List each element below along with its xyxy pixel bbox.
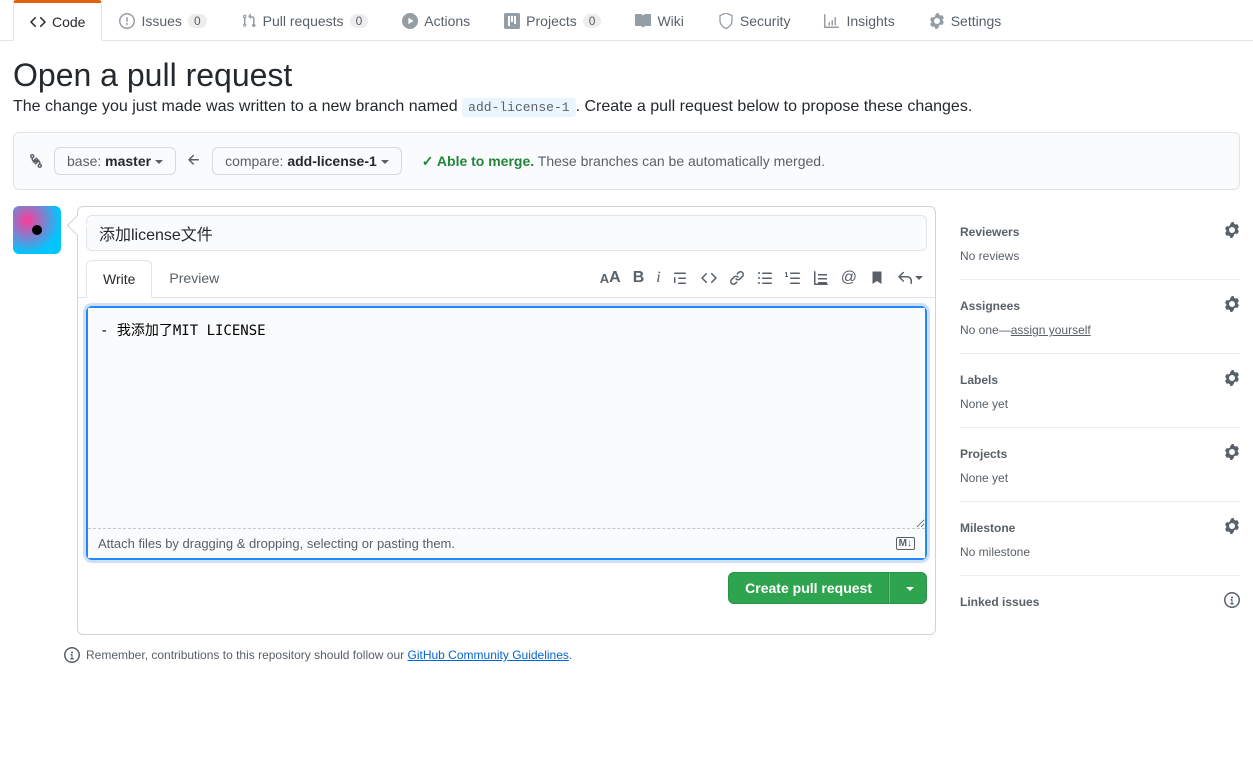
reviewers-section: Reviewers No reviews	[960, 206, 1240, 280]
italic-button[interactable]: i	[656, 269, 660, 287]
tab-code-label: Code	[52, 14, 85, 30]
reviewers-title: Reviewers	[960, 225, 1019, 239]
assign-yourself-link[interactable]: assign yourself	[1011, 323, 1091, 337]
new-branch-name: add-license-1	[462, 98, 575, 117]
page-title: Open a pull request	[13, 57, 1240, 94]
arrow-left-icon	[186, 152, 202, 171]
tasklist-button[interactable]	[813, 269, 829, 287]
write-tab[interactable]: Write	[86, 260, 152, 298]
tab-actions-label: Actions	[424, 13, 470, 29]
md-toolbar: AA B i @	[600, 269, 927, 287]
milestone-gear[interactable]	[1224, 518, 1240, 537]
milestone-title: Milestone	[960, 521, 1015, 535]
projects-count: 0	[583, 14, 602, 28]
book-icon	[635, 13, 651, 29]
tab-security[interactable]: Security	[701, 0, 808, 40]
pr-icon	[241, 13, 257, 29]
tab-insights[interactable]: Insights	[807, 0, 911, 40]
code-icon	[30, 14, 46, 30]
play-icon	[402, 13, 418, 29]
contribution-hint: Remember, contributions to this reposito…	[64, 647, 1253, 663]
labels-gear[interactable]	[1224, 370, 1240, 389]
tab-code[interactable]: Code	[13, 0, 102, 41]
user-avatar[interactable]	[13, 206, 61, 254]
compare-icon	[28, 153, 44, 169]
caret-icon	[155, 160, 163, 164]
milestone-section: Milestone No milestone	[960, 502, 1240, 576]
tab-insights-label: Insights	[846, 13, 894, 29]
assignees-title: Assignees	[960, 299, 1020, 313]
merge-status: ✓ Able to merge. These branches can be a…	[422, 153, 825, 170]
pulls-count: 0	[350, 14, 369, 28]
project-icon	[504, 13, 520, 29]
reference-button[interactable]	[869, 269, 885, 287]
tab-projects[interactable]: Projects 0	[487, 0, 618, 40]
assignees-section: Assignees No one—assign yourself	[960, 280, 1240, 354]
base-branch-button[interactable]: base: master	[54, 147, 176, 175]
markdown-icon[interactable]: M↓	[896, 537, 915, 550]
code-button[interactable]	[701, 269, 717, 287]
issue-icon	[119, 13, 135, 29]
labels-section: Labels None yet	[960, 354, 1240, 428]
caret-icon	[906, 587, 914, 591]
quote-button[interactable]	[673, 269, 689, 287]
projects-section: Projects None yet	[960, 428, 1240, 502]
tab-wiki[interactable]: Wiki	[618, 0, 700, 40]
linked-issues-section: Linked issues	[960, 576, 1240, 635]
page-header: Open a pull request The change you just …	[0, 41, 1253, 116]
reviewers-value: No reviews	[960, 249, 1240, 263]
labels-value: None yet	[960, 397, 1240, 411]
milestone-value: No milestone	[960, 545, 1240, 559]
tab-issues[interactable]: Issues 0	[102, 0, 223, 40]
reply-button[interactable]	[897, 269, 923, 287]
repo-tabs: Code Issues 0 Pull requests 0 Actions Pr…	[0, 0, 1253, 41]
projects-gear[interactable]	[1224, 444, 1240, 463]
tab-issues-label: Issues	[141, 13, 181, 29]
labels-title: Labels	[960, 373, 998, 387]
link-button[interactable]	[729, 269, 745, 287]
attach-bar[interactable]: Attach files by dragging & dropping, sel…	[88, 528, 925, 558]
projects-value: None yet	[960, 471, 1240, 485]
pr-form: Write Preview AA B i	[77, 206, 936, 635]
tab-projects-label: Projects	[526, 13, 577, 29]
create-pr-dropdown[interactable]	[889, 572, 927, 604]
info-icon	[64, 647, 80, 663]
tab-pulls-label: Pull requests	[263, 13, 344, 29]
reviewers-gear[interactable]	[1224, 222, 1240, 241]
tab-actions[interactable]: Actions	[385, 0, 487, 40]
create-pr-button[interactable]: Create pull request	[728, 572, 889, 604]
page-subtitle: The change you just made was written to …	[13, 98, 1240, 116]
tab-wiki-label: Wiki	[657, 13, 683, 29]
caret-icon	[381, 160, 389, 164]
ul-button[interactable]	[757, 269, 773, 287]
issues-count: 0	[188, 14, 207, 28]
assignees-gear[interactable]	[1224, 296, 1240, 315]
check-icon: ✓	[422, 153, 434, 169]
graph-icon	[824, 13, 840, 29]
tab-settings[interactable]: Settings	[912, 0, 1019, 40]
mention-button[interactable]: @	[841, 269, 857, 287]
community-guidelines-link[interactable]: GitHub Community Guidelines	[408, 648, 569, 662]
bold-button[interactable]: B	[633, 269, 645, 287]
linked-info-icon[interactable]	[1224, 592, 1240, 611]
pr-body-textarea[interactable]	[88, 308, 925, 528]
sidebar: Reviewers No reviews Assignees No one—as…	[960, 206, 1240, 635]
compare-bar: base: master compare: add-license-1 ✓ Ab…	[13, 132, 1240, 190]
tab-settings-label: Settings	[951, 13, 1002, 29]
tab-security-label: Security	[740, 13, 791, 29]
heading-button[interactable]: AA	[600, 269, 621, 287]
preview-tab[interactable]: Preview	[152, 259, 236, 297]
gear-icon	[929, 13, 945, 29]
assignees-value: No one—assign yourself	[960, 323, 1240, 337]
compare-branch-button[interactable]: compare: add-license-1	[212, 147, 402, 175]
shield-icon	[718, 13, 734, 29]
linked-issues-title: Linked issues	[960, 595, 1039, 609]
pr-title-input[interactable]	[86, 215, 927, 251]
tab-pulls[interactable]: Pull requests 0	[224, 0, 386, 40]
projects-title: Projects	[960, 447, 1007, 461]
ol-button[interactable]	[785, 269, 801, 287]
